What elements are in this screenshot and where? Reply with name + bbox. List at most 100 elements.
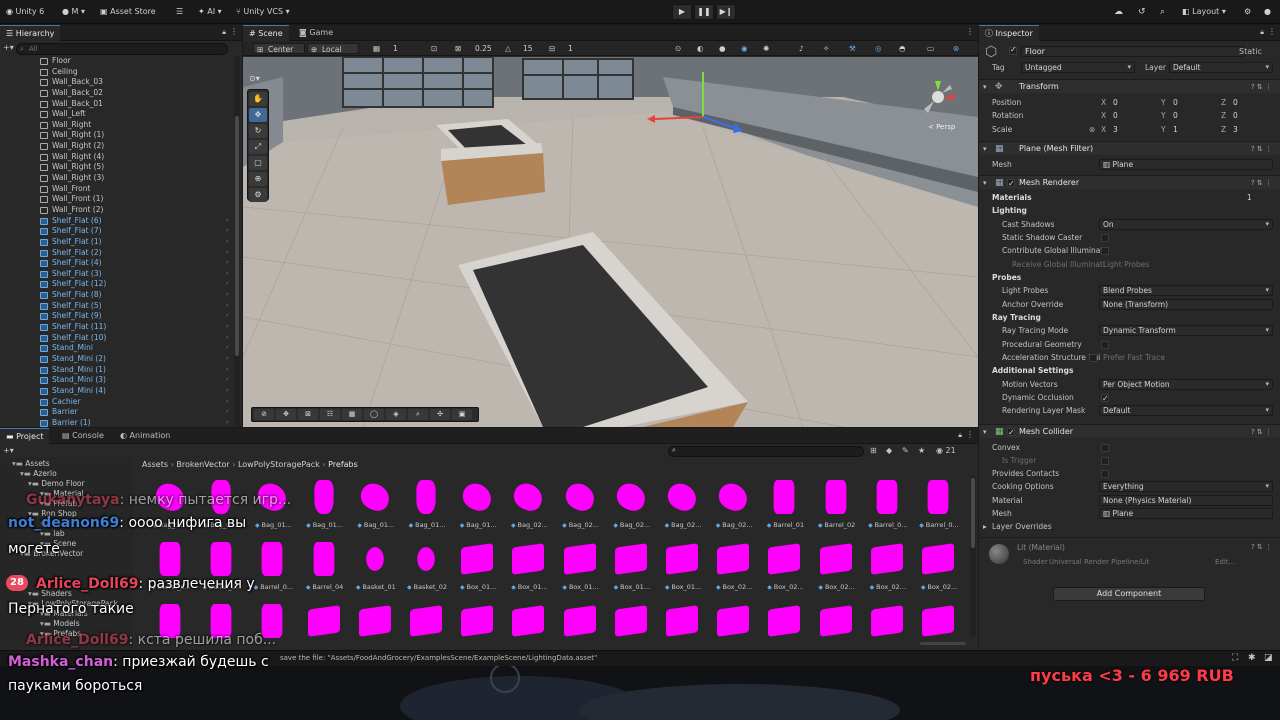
- hierarchy-item[interactable]: Wall_Left: [0, 109, 234, 120]
- 2d-toggle-icon[interactable]: ◉: [741, 43, 748, 54]
- open-prefab-icon[interactable]: ›: [226, 375, 228, 386]
- more-options-icon[interactable]: ⋮: [1268, 27, 1276, 36]
- hierarchy-item[interactable]: Wall_Right (1): [0, 130, 234, 141]
- render-icon[interactable]: ◐: [697, 43, 704, 54]
- tool-menu-icon[interactable]: ⊙▾: [249, 74, 260, 83]
- static-shadow-checkbox[interactable]: [1101, 234, 1109, 242]
- component-menu-icon[interactable]: ? ⇅ ⋮: [1251, 142, 1272, 156]
- bug-icon[interactable]: ✱: [1248, 653, 1256, 663]
- asset-item[interactable]: Barrel_0...: [863, 476, 911, 534]
- asset-item[interactable]: [504, 600, 552, 650]
- project-scrollbar[interactable]: [970, 476, 976, 636]
- hierarchy-item[interactable]: Cachier ›: [0, 397, 234, 408]
- hierarchy-item[interactable]: Wall_Right: [0, 120, 234, 131]
- procedural-geometry-checkbox[interactable]: [1101, 341, 1109, 349]
- open-prefab-icon[interactable]: ›: [226, 322, 228, 333]
- camera-icon[interactable]: ◓: [899, 43, 906, 54]
- hierarchy-item[interactable]: Shelf_Flat (12) ›: [0, 279, 234, 290]
- overlay-tool-8-icon[interactable]: ⌕: [408, 409, 428, 420]
- asset-item[interactable]: Bag_01...: [351, 476, 399, 534]
- gizmo-tools-icon[interactable]: ⚒: [849, 43, 856, 54]
- play-button[interactable]: ▶: [672, 4, 692, 20]
- rotation-y-field[interactable]: 0: [1173, 109, 1178, 122]
- overlay-tool-3-icon[interactable]: ⊠: [298, 409, 318, 420]
- asset-item[interactable]: [760, 600, 808, 650]
- thumbnail-size-slider[interactable]: [920, 642, 966, 645]
- hierarchy-item[interactable]: Shelf_Flat (9) ›: [0, 311, 234, 322]
- scale-tool-button[interactable]: ⤢: [249, 140, 267, 154]
- folder-item[interactable]: ▾▬ Demo Floor: [28, 479, 85, 488]
- gizmos-icon[interactable]: ▭: [927, 43, 934, 54]
- audio-icon[interactable]: ♪: [799, 43, 804, 54]
- add-component-button[interactable]: Add Component: [1053, 587, 1205, 601]
- asset-item[interactable]: [300, 600, 348, 650]
- folder-item[interactable]: ▾▬ Models: [40, 619, 80, 628]
- overlay-tool-1-icon[interactable]: ⊘: [254, 409, 274, 420]
- component-menu-icon[interactable]: ? ⇅ ⋮: [1251, 176, 1272, 190]
- materials-row[interactable]: Materials 1: [979, 191, 1280, 204]
- hierarchy-item[interactable]: Wall_Front: [0, 184, 234, 195]
- status-message[interactable]: save the file: "Assets/FoodAndGrocery/Ex…: [280, 654, 597, 662]
- rendering-layer-mask-dropdown[interactable]: Default: [1099, 405, 1273, 416]
- overlay-tool-10-icon[interactable]: ▣: [452, 409, 472, 420]
- hierarchy-item[interactable]: Shelf_Flat (3) ›: [0, 269, 234, 280]
- scale-snap-value[interactable]: 1: [568, 43, 573, 54]
- lighting-section[interactable]: Lighting: [979, 204, 1280, 217]
- grid-size-value[interactable]: 1: [393, 43, 398, 54]
- anchor-override-field[interactable]: None (Transform): [1099, 299, 1273, 310]
- hierarchy-item[interactable]: Stand_Mini (1) ›: [0, 365, 234, 376]
- active-checkbox[interactable]: [1009, 45, 1017, 55]
- open-prefab-icon[interactable]: ›: [226, 258, 228, 269]
- edit-shader-button[interactable]: Edit...: [1215, 557, 1243, 568]
- vcs-menu-button[interactable]: ⑂ Unity VCS ▾: [236, 5, 290, 19]
- hierarchy-item[interactable]: Wall_Right (2): [0, 141, 234, 152]
- collider-material-field[interactable]: None (Physics Material): [1099, 495, 1273, 506]
- convex-checkbox[interactable]: [1101, 444, 1109, 452]
- open-prefab-icon[interactable]: ›: [226, 365, 228, 376]
- provides-contacts-checkbox[interactable]: [1101, 470, 1109, 478]
- tab-project[interactable]: ▬ Project: [0, 428, 50, 444]
- hierarchy-search-input[interactable]: ⌕ All: [16, 43, 228, 55]
- scrollbar-thumb[interactable]: [971, 478, 975, 548]
- hierarchy-item[interactable]: Shelf_Flat (5) ›: [0, 301, 234, 312]
- position-x-field[interactable]: 0: [1113, 96, 1118, 109]
- open-prefab-icon[interactable]: ›: [226, 333, 228, 344]
- mesh-collider-header[interactable]: ▾ ▦ Mesh Collider ? ⇅ ⋮: [979, 424, 1280, 440]
- tag-dropdown[interactable]: Untagged: [1021, 62, 1135, 73]
- pivot-dropdown[interactable]: ⊞ Center: [253, 43, 305, 54]
- add-icon[interactable]: +▾: [3, 43, 14, 52]
- asset-item[interactable]: Box_02...: [812, 538, 860, 596]
- perspective-label[interactable]: < Persp: [928, 123, 955, 131]
- visibility-icon[interactable]: ◎: [875, 43, 882, 54]
- breadcrumb-item[interactable]: Assets: [142, 460, 168, 469]
- component-menu-icon[interactable]: ? ⇅ ⋮: [1251, 425, 1272, 439]
- position-z-field[interactable]: 0: [1233, 96, 1238, 109]
- asset-item[interactable]: [453, 600, 501, 650]
- asset-item[interactable]: Barrel_0...: [248, 538, 296, 596]
- angle-snap-value[interactable]: 15: [523, 43, 533, 54]
- project-search-input[interactable]: ⌕: [668, 446, 864, 457]
- asset-item[interactable]: Barrel_04: [300, 538, 348, 596]
- asset-item[interactable]: [402, 600, 450, 650]
- open-prefab-icon[interactable]: ›: [226, 386, 228, 397]
- open-prefab-icon[interactable]: ›: [226, 343, 228, 354]
- more-options-icon[interactable]: ⋮: [966, 27, 974, 36]
- transform-tool-button[interactable]: ⊕: [249, 172, 267, 186]
- folder-item[interactable]: ▾▬ Assets: [12, 459, 50, 468]
- overlay-tool-9-icon[interactable]: ✣: [430, 409, 450, 420]
- asset-item[interactable]: [556, 600, 604, 650]
- open-prefab-icon[interactable]: ›: [226, 418, 228, 427]
- ray-tracing-mode-dropdown[interactable]: Dynamic Transform: [1099, 325, 1273, 336]
- scene-viewport[interactable]: < Persp: [243, 57, 978, 427]
- network-icon[interactable]: ⛶: [1232, 653, 1238, 663]
- hierarchy-item[interactable]: Wall_Right (5): [0, 162, 234, 173]
- snap-move-icon[interactable]: ⊠: [455, 43, 461, 54]
- additional-settings-section[interactable]: Additional Settings: [979, 364, 1280, 377]
- asset-item[interactable]: Box_02...: [709, 538, 757, 596]
- open-prefab-icon[interactable]: ›: [226, 237, 228, 248]
- scale-z-field[interactable]: 3: [1233, 123, 1238, 136]
- hierarchy-scrollbar[interactable]: [234, 56, 240, 426]
- hierarchy-item[interactable]: Shelf_Flat (10) ›: [0, 333, 234, 344]
- hierarchy-item[interactable]: Wall_Front (1): [0, 194, 234, 205]
- scrollbar-thumb[interactable]: [235, 116, 239, 356]
